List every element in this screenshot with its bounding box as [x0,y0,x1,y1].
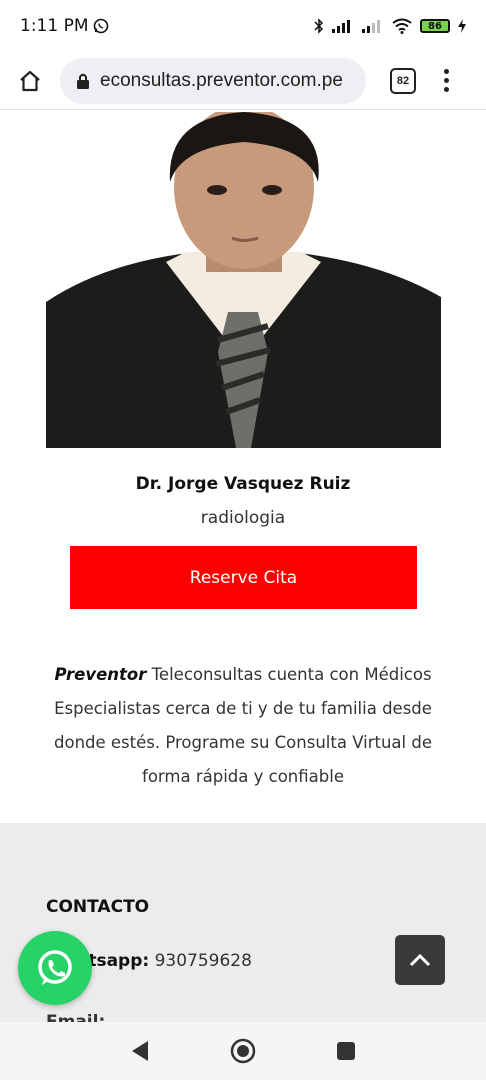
description-text: Preventor Teleconsultas cuenta con Médic… [50,658,436,794]
home-icon [20,70,40,91]
doctor-photo [46,112,441,448]
system-navigation-bar [0,1022,486,1080]
whatsapp-number: 930759628 [149,951,252,971]
whatsapp-chat-button[interactable] [18,931,92,1005]
home-button[interactable] [10,61,50,101]
whatsapp-icon [38,950,72,985]
url-bar[interactable]: econsultas.preventor.com.pe [60,57,366,104]
charging-icon [458,19,466,33]
status-left: 1:11 PM [20,16,109,36]
bluetooth-icon [314,18,324,34]
chevron-up-icon [409,953,431,967]
back-icon[interactable] [130,1040,150,1062]
signal-icon [332,20,350,33]
brand-name: Preventor [54,665,147,684]
browser-toolbar: econsultas.preventor.com.pe 82 [0,52,486,110]
home-circle-icon[interactable] [230,1038,256,1064]
menu-dot [444,87,449,92]
menu-dot [444,69,449,74]
recents-icon[interactable] [336,1041,356,1061]
reserve-cita-button[interactable]: Reserve Cita [70,546,417,609]
menu-dot [444,78,449,83]
wifi-icon [392,18,412,34]
status-time: 1:11 PM [20,16,89,36]
contact-title: CONTACTO [46,897,150,917]
whatsapp-icon [93,18,108,34]
battery-icon: 86 [420,19,450,33]
menu-button[interactable] [444,69,449,92]
status-bar: 1:11 PM 86 [0,0,486,52]
doctor-name: Dr. Jorge Vasquez Ruiz [135,474,351,494]
signal-icon [362,20,380,33]
status-right: 86 [314,18,466,34]
tab-switcher-button[interactable]: 82 [390,67,416,94]
doctor-specialty: radiologia [200,508,286,528]
scroll-to-top-button[interactable] [395,935,445,985]
url-text: econsultas.preventor.com.pe [100,69,343,91]
lock-icon [77,73,89,89]
